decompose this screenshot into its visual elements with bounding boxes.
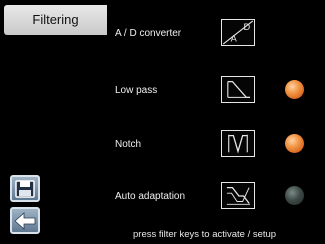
notch-status-led <box>285 134 304 153</box>
filter-panel: A / D converter A D Low pass Notch Auto … <box>107 0 325 244</box>
ad-converter-label: A / D converter <box>115 28 182 39</box>
notch-key[interactable] <box>221 130 255 157</box>
floppy-disk-icon <box>15 179 35 198</box>
sidebar: Filtering <box>0 0 107 244</box>
back-button[interactable] <box>10 207 40 234</box>
auto-adaptation-icon <box>226 186 251 205</box>
low-pass-key[interactable] <box>221 76 255 103</box>
svg-text:A: A <box>231 33 238 43</box>
low-pass-icon <box>227 80 251 99</box>
low-pass-status-led <box>285 80 304 99</box>
auto-adaptation-label: Auto adaptation <box>115 191 186 202</box>
notch-filter-icon <box>228 134 248 154</box>
footer-hint: press filter keys to activate / setup <box>133 229 277 240</box>
svg-text:D: D <box>244 22 251 32</box>
low-pass-label: Low pass <box>115 85 158 96</box>
auto-adaptation-key[interactable] <box>221 182 255 209</box>
ad-converter-key[interactable]: A D <box>221 19 255 46</box>
tab-filtering[interactable]: Filtering <box>4 5 107 35</box>
arrow-left-icon <box>14 211 36 230</box>
notch-label: Notch <box>115 139 142 150</box>
ad-converter-icon: A D <box>222 20 254 45</box>
auto-adaptation-status-led <box>285 186 304 205</box>
save-button[interactable] <box>10 175 40 202</box>
